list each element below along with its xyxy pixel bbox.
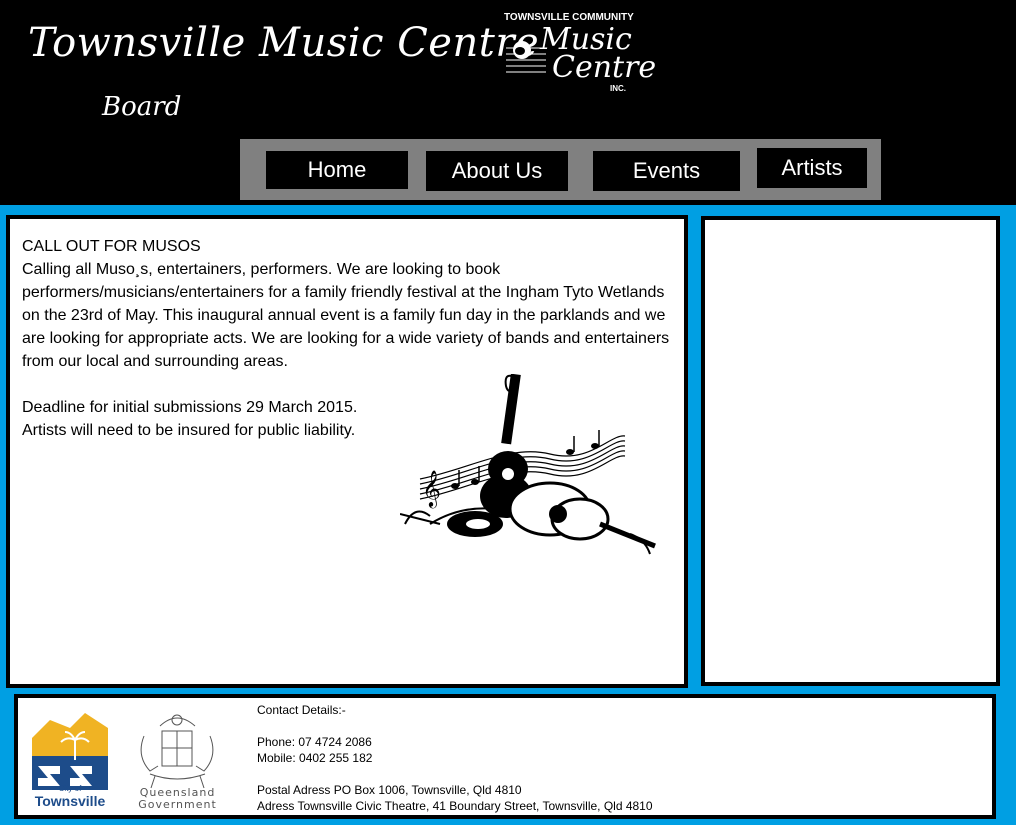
- street-address: Adress Townsville Civic Theatre, 41 Boun…: [257, 799, 653, 813]
- contact-heading: Contact Details:-: [257, 703, 346, 717]
- site-footer: City of Townsville Queensland Government…: [14, 694, 996, 819]
- logo-inc: INC.: [610, 84, 626, 93]
- contact-phone: Phone: 07 4724 2086: [257, 735, 372, 749]
- qld-caption-line2: Government: [138, 798, 217, 811]
- postal-address: Postal Adress PO Box 1006, Townsville, Q…: [257, 783, 522, 797]
- article-paragraph: Calling all Muso¸s, entertainers, perfor…: [22, 261, 670, 370]
- musical-instruments-illustration: 𝄞: [400, 374, 656, 555]
- article-heading: CALL OUT FOR MUSOS: [22, 238, 201, 255]
- nav-about-us[interactable]: About Us: [426, 151, 568, 191]
- nav-artists[interactable]: Artists: [757, 148, 867, 188]
- nav-home[interactable]: Home: [266, 151, 408, 189]
- site-header: Townsville Music Centre Board TOWNSVILLE…: [0, 0, 1016, 205]
- sidebar-panel: [701, 216, 1000, 686]
- nav-events[interactable]: Events: [593, 151, 740, 191]
- site-title: Townsville Music Centre: [28, 20, 540, 66]
- main-content-panel: CALL OUT FOR MUSOS Calling all Muso¸s, e…: [6, 215, 688, 688]
- music-centre-logo[interactable]: TOWNSVILLE COMMUNITY Music Centre INC.: [500, 8, 656, 103]
- logo-word-centre: Centre: [552, 50, 657, 85]
- svg-text:𝄞: 𝄞: [422, 469, 441, 508]
- site-subtitle: Board: [102, 92, 182, 122]
- contact-details: Contact Details:- Phone: 07 4724 2086 Mo…: [257, 702, 653, 814]
- city-logo-caption-small: City of: [58, 784, 82, 793]
- contact-mobile: Mobile: 0402 255 182: [257, 751, 373, 765]
- main-nav: Home About Us Events Artists: [240, 139, 881, 200]
- city-logo-caption: Townsville: [34, 793, 106, 809]
